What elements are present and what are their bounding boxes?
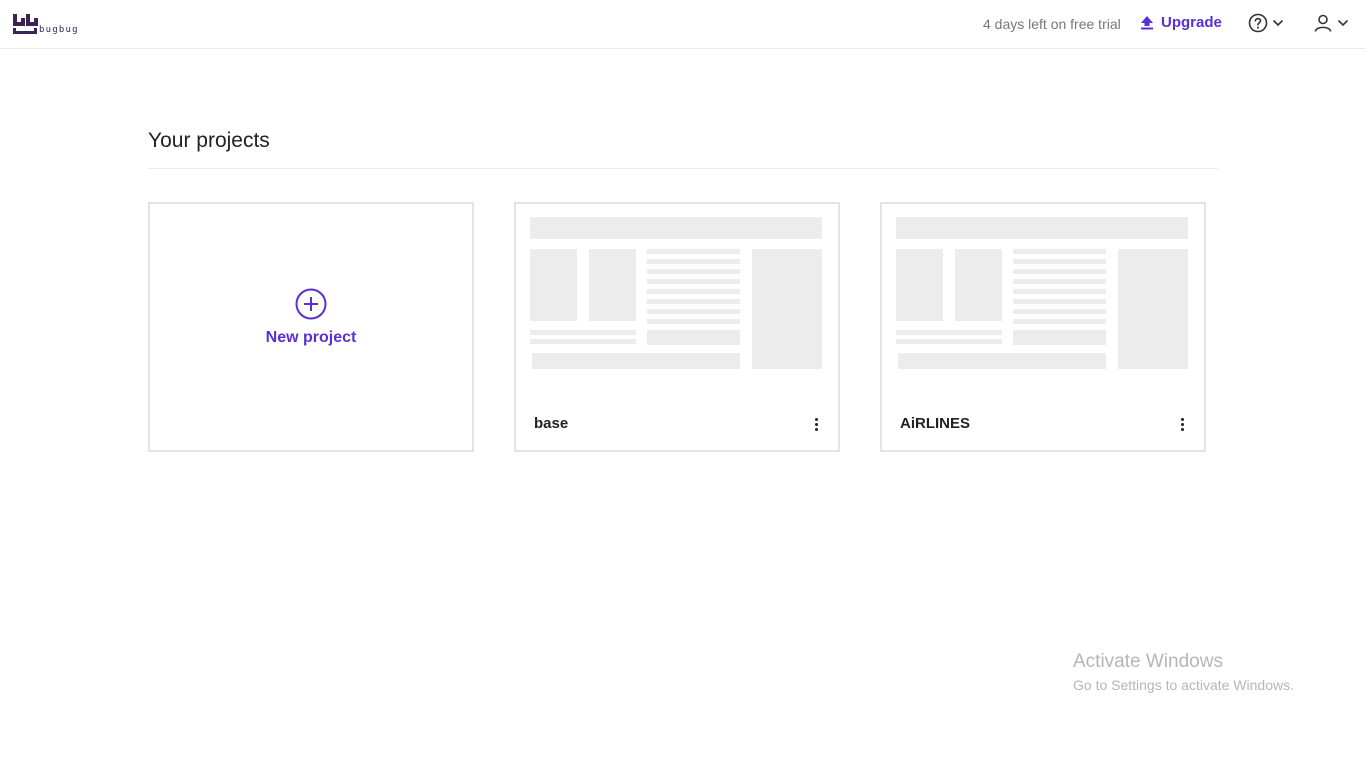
new-project-label: New project — [265, 329, 357, 346]
upgrade-arrow-icon — [1141, 16, 1153, 30]
user-icon — [1314, 14, 1332, 32]
trial-status-text: 4 days left on free trial — [983, 16, 1121, 32]
logo-wordmark: bugbug — [39, 25, 79, 35]
user-menu-button[interactable] — [1313, 13, 1349, 33]
plus-circle-icon — [295, 288, 327, 320]
help-menu-button[interactable] — [1248, 13, 1284, 33]
project-name: base — [534, 415, 569, 432]
project-card[interactable]: base — [514, 202, 840, 452]
new-project-card[interactable]: New project — [148, 202, 474, 452]
project-thumbnail — [530, 217, 822, 369]
title-divider — [148, 168, 1218, 169]
project-card[interactable]: AiRLINES — [880, 202, 1206, 452]
project-thumbnail — [896, 217, 1188, 369]
upgrade-button[interactable]: Upgrade — [1140, 14, 1222, 31]
chevron-down-icon — [1272, 19, 1284, 27]
chevron-down-icon — [1337, 19, 1349, 27]
new-project-content: New project — [150, 288, 472, 347]
upgrade-label: Upgrade — [1161, 14, 1222, 31]
page-title: Your projects — [148, 129, 270, 152]
more-options-icon[interactable] — [810, 415, 822, 433]
help-icon — [1248, 13, 1268, 33]
activate-windows-title: Activate Windows — [1073, 651, 1223, 672]
activate-windows-subtitle: Go to Settings to activate Windows. — [1073, 677, 1294, 693]
project-name: AiRLINES — [900, 415, 971, 432]
more-options-icon[interactable] — [1176, 415, 1188, 433]
top-bar: bugbug 4 days left on free trial Upgrade — [0, 0, 1366, 49]
